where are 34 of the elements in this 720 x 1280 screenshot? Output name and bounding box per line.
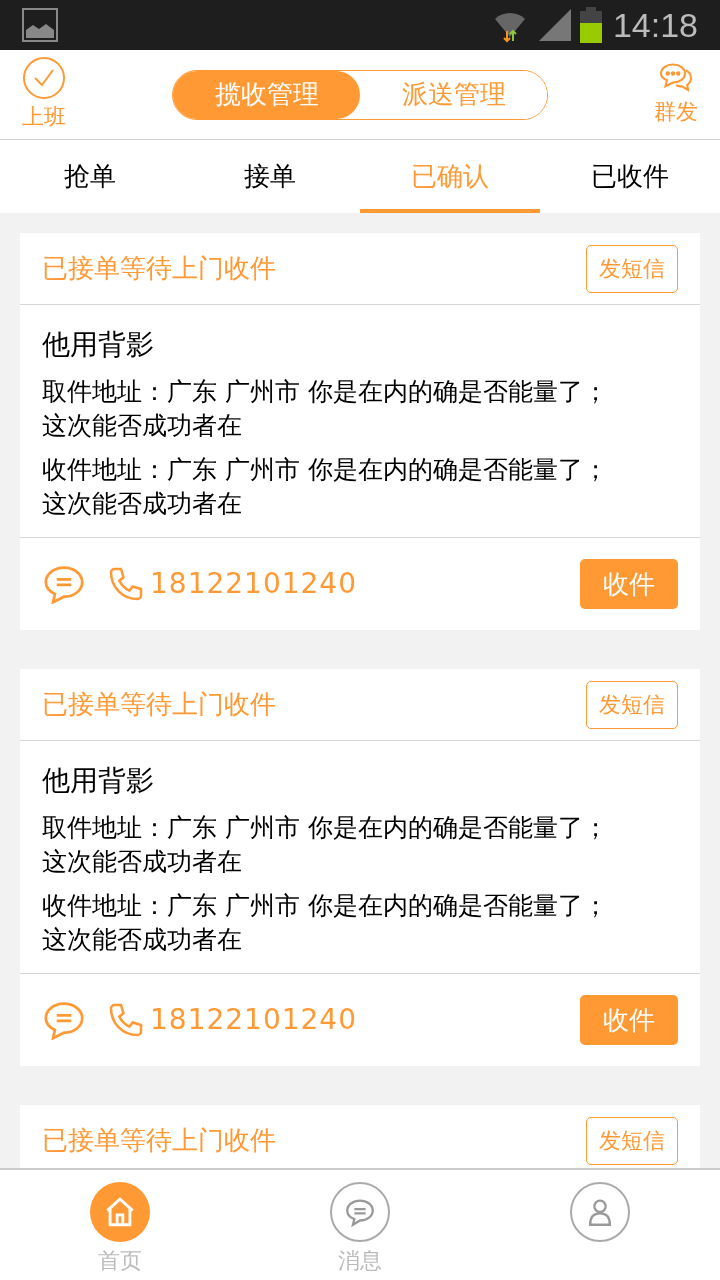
- pickup-address: 取件地址：广东 广州市 你是在内的确是否能量了；这次能否成功者在: [42, 376, 609, 442]
- clock-in-button[interactable]: 上班: [22, 56, 66, 133]
- order-status: 已接单等待上门收件: [42, 1124, 276, 1157]
- receive-button[interactable]: 收件: [580, 559, 678, 609]
- sender-name: 他用背影: [42, 763, 155, 799]
- home-icon: [103, 1195, 137, 1229]
- battery-icon: [578, 7, 603, 43]
- send-sms-button[interactable]: 发短信: [586, 1116, 678, 1165]
- image-icon: [22, 8, 58, 42]
- send-sms-button[interactable]: 发短信: [586, 680, 678, 729]
- chat-bubble-icon[interactable]: [42, 1000, 86, 1040]
- delivery-address: 收件地址：广东 广州市 你是在内的确是否能量了；这次能否成功者在: [42, 890, 609, 956]
- chat-bubbles-icon: [658, 61, 694, 95]
- filter-tab[interactable]: 已确认: [360, 140, 540, 213]
- nav-tab[interactable]: 首页: [0, 1170, 240, 1280]
- chat-bubble-icon[interactable]: [42, 564, 86, 604]
- filter-tab[interactable]: 已收件: [540, 140, 720, 213]
- pickup-address: 取件地址：广东 广州市 你是在内的确是否能量了；这次能否成功者在: [42, 812, 609, 878]
- receive-button[interactable]: 收件: [580, 995, 678, 1045]
- signal-icon: [538, 9, 573, 41]
- sender-name: 他用背影: [42, 327, 155, 363]
- segment-tab[interactable]: 揽收管理: [173, 70, 360, 119]
- nav-tab[interactable]: 消息: [240, 1170, 480, 1280]
- check-circle-icon: [22, 56, 66, 100]
- order-status: 已接单等待上门收件: [42, 688, 276, 721]
- filter-tab[interactable]: 接单: [180, 140, 360, 213]
- phone-number[interactable]: 18122101240: [150, 999, 357, 1041]
- order-status: 已接单等待上门收件: [42, 252, 276, 285]
- filter-tab[interactable]: 抢单: [0, 140, 180, 213]
- broadcast-button[interactable]: 群发: [654, 61, 698, 128]
- phone-number[interactable]: 18122101240: [150, 563, 357, 605]
- delivery-address: 收件地址：广东 广州市 你是在内的确是否能量了；这次能否成功者在: [42, 454, 609, 520]
- clock-time: 14:18: [612, 4, 698, 46]
- send-sms-button[interactable]: 发短信: [586, 244, 678, 293]
